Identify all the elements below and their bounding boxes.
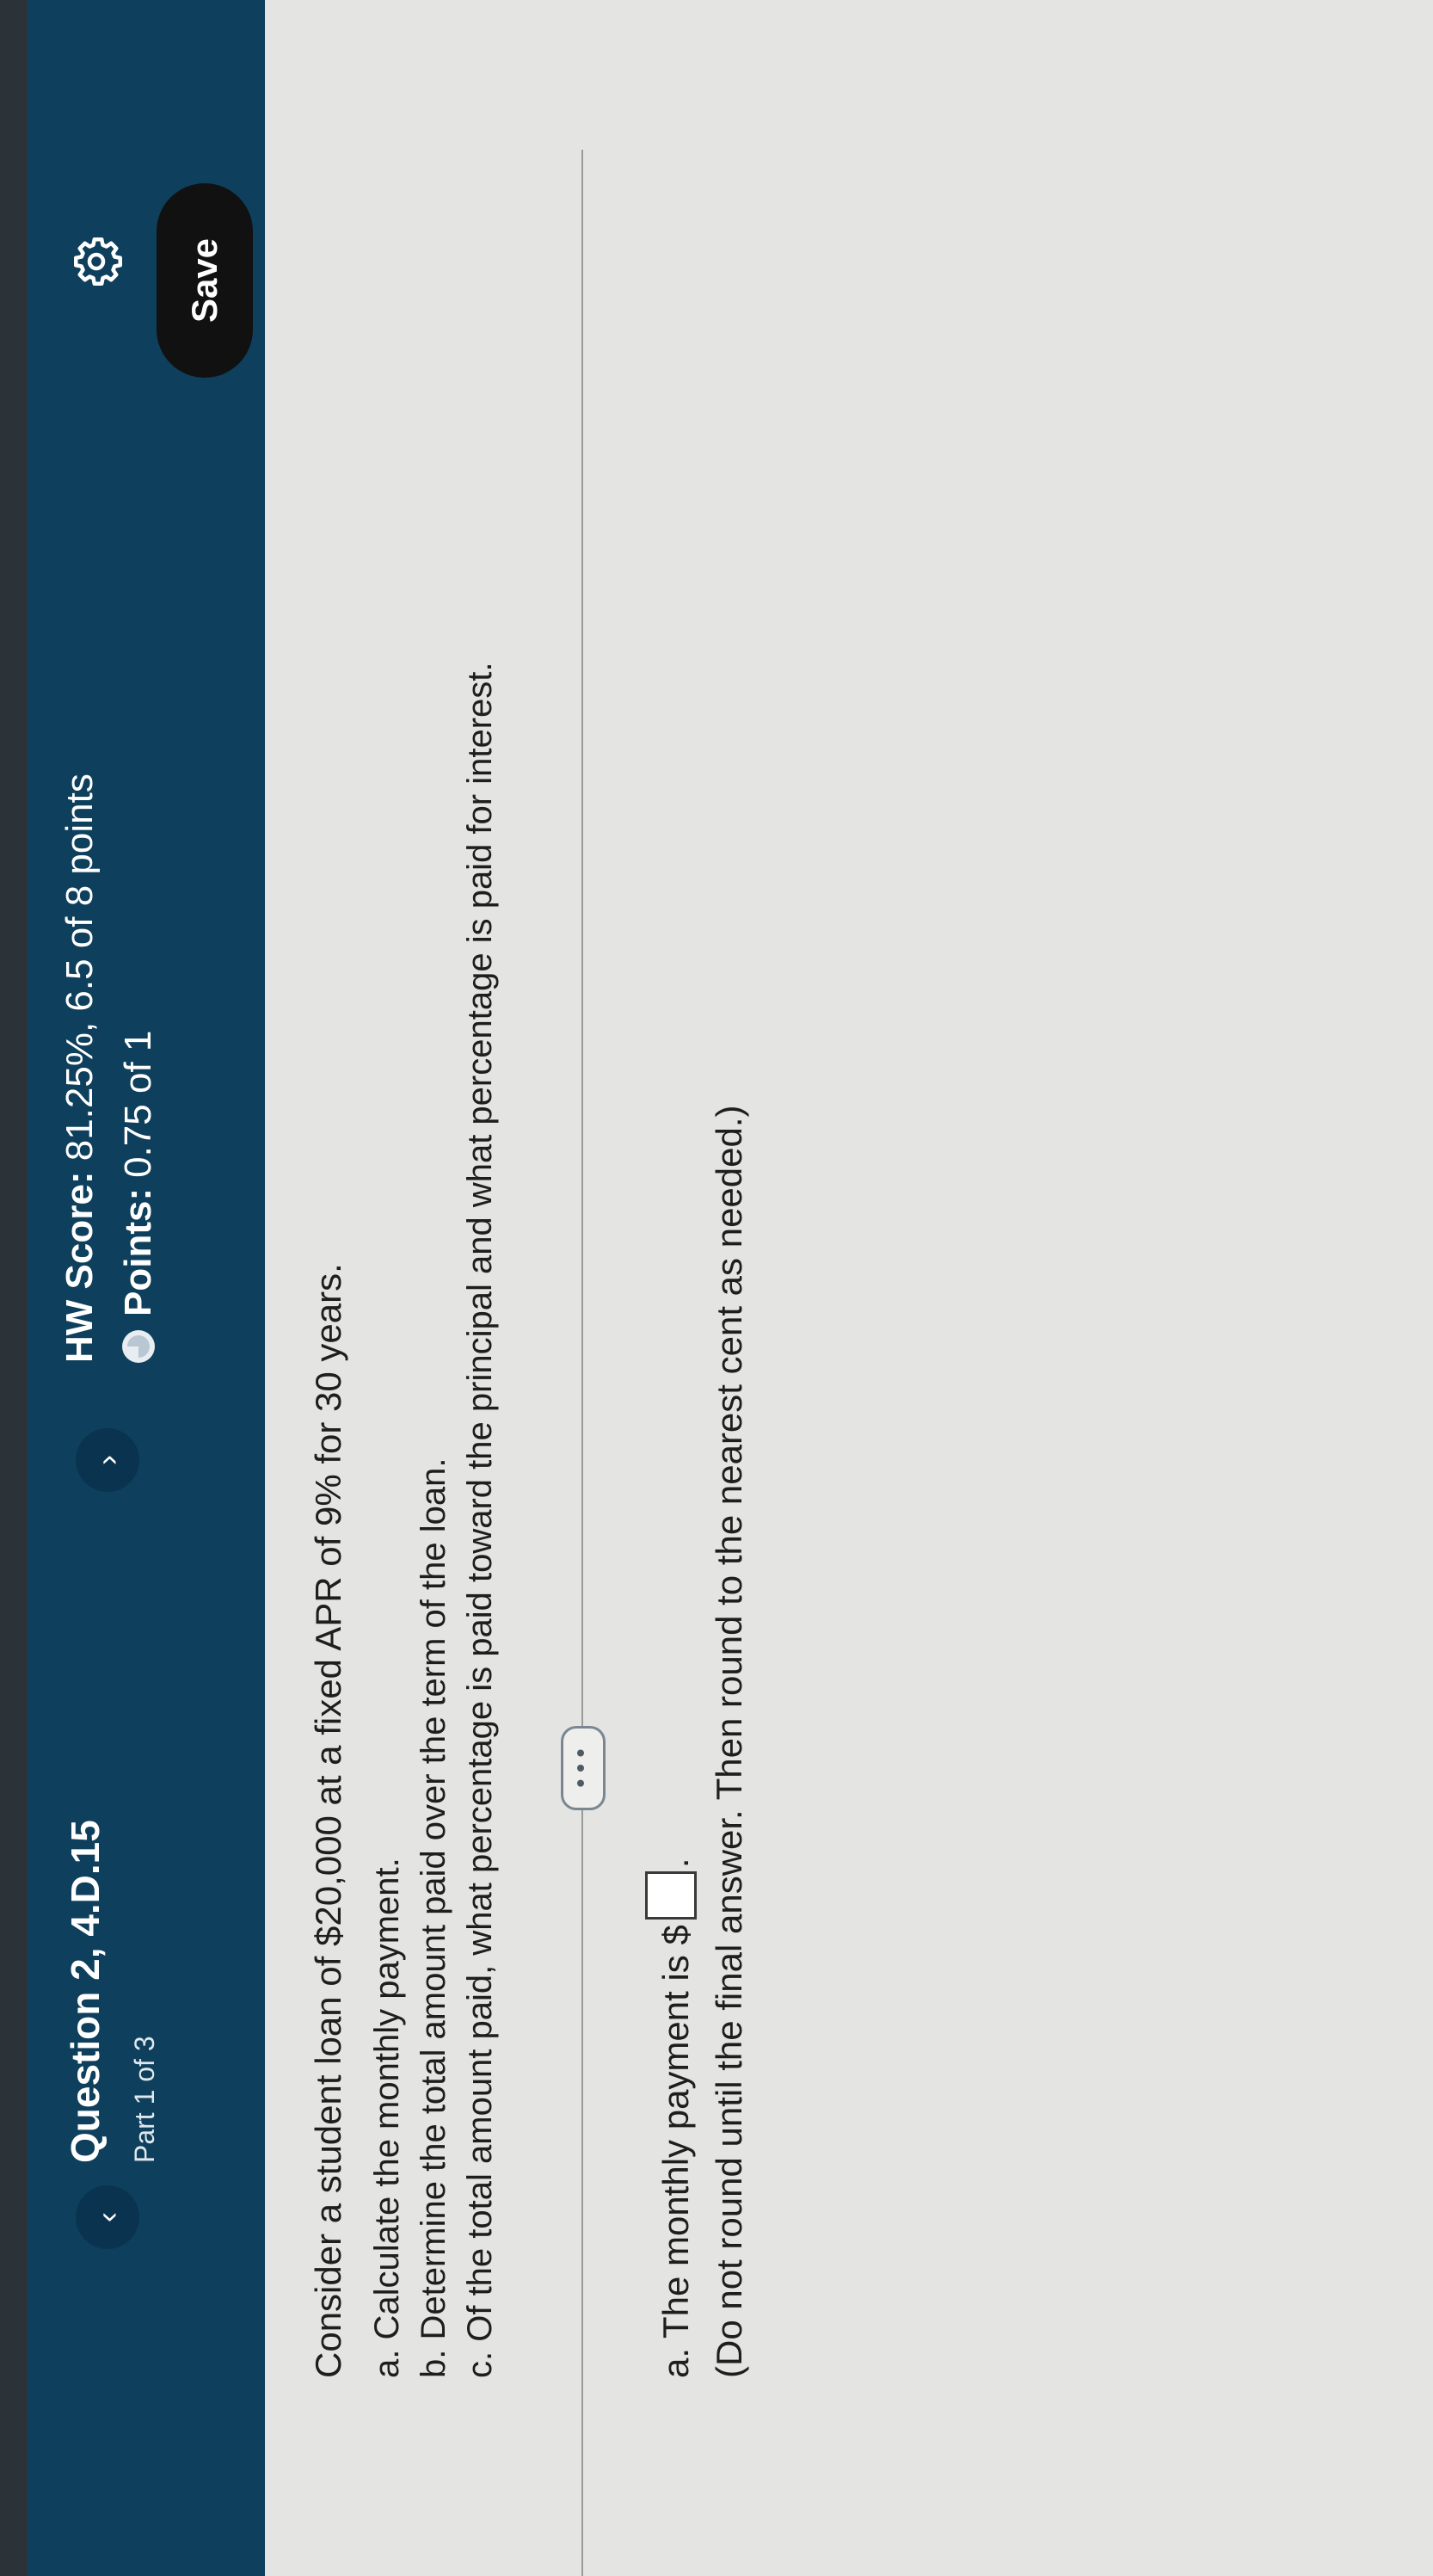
question-header: ‹ Question 2, 4.D.15 Part 1 of 3 › HW Sc… xyxy=(28,0,265,2576)
points-label: Points: xyxy=(117,1187,159,1316)
points: Points: 0.75 of 1 xyxy=(117,1031,160,1363)
answer-prompt-suffix: . xyxy=(655,1858,696,1869)
next-question-button[interactable]: › xyxy=(76,1428,139,1492)
question-stem: Consider a student loan of $20,000 at a … xyxy=(308,1263,348,2378)
chevron-right-icon: › xyxy=(89,1455,125,1465)
chevron-left-icon: ‹ xyxy=(89,2212,125,2222)
part-indicator: Part 1 of 3 xyxy=(129,2036,160,2163)
question-content: Consider a student loan of $20,000 at a … xyxy=(265,0,1433,2576)
gear-icon[interactable] xyxy=(71,236,122,287)
hw-score: HW Score: 81.25%, 6.5 of 8 points xyxy=(58,773,101,1363)
answer-prompt-text: a. The monthly payment is $ xyxy=(655,1925,696,2378)
question-part-c: c. Of the total amount paid, what percen… xyxy=(461,662,499,2378)
question-part-b: b. Determine the total amount paid over … xyxy=(415,1457,452,2379)
divider xyxy=(581,150,583,2576)
save-button[interactable]: Save xyxy=(157,183,253,378)
hw-score-label: HW Score: xyxy=(58,1171,101,1363)
question-part-a: a. Calculate the monthly payment. xyxy=(368,1858,406,2378)
previous-question-button[interactable]: ‹ xyxy=(76,2185,139,2249)
monthly-payment-input[interactable] xyxy=(645,1871,697,1920)
hw-score-value: 81.25%, 6.5 of 8 points xyxy=(58,773,101,1162)
homework-page: ‹ Question 2, 4.D.15 Part 1 of 3 › HW Sc… xyxy=(0,0,1433,2576)
partial-credit-icon xyxy=(122,1330,155,1363)
show-more-button[interactable]: • • • xyxy=(561,1726,606,1810)
rounding-note: (Do not round until the final answer. Th… xyxy=(709,1105,749,2378)
question-title: Question 2, 4.D.15 xyxy=(63,1820,108,2163)
answer-prompt: a. The monthly payment is $ . xyxy=(645,1858,697,2378)
window-edge xyxy=(0,0,28,2576)
points-value: 0.75 of 1 xyxy=(117,1030,159,1178)
